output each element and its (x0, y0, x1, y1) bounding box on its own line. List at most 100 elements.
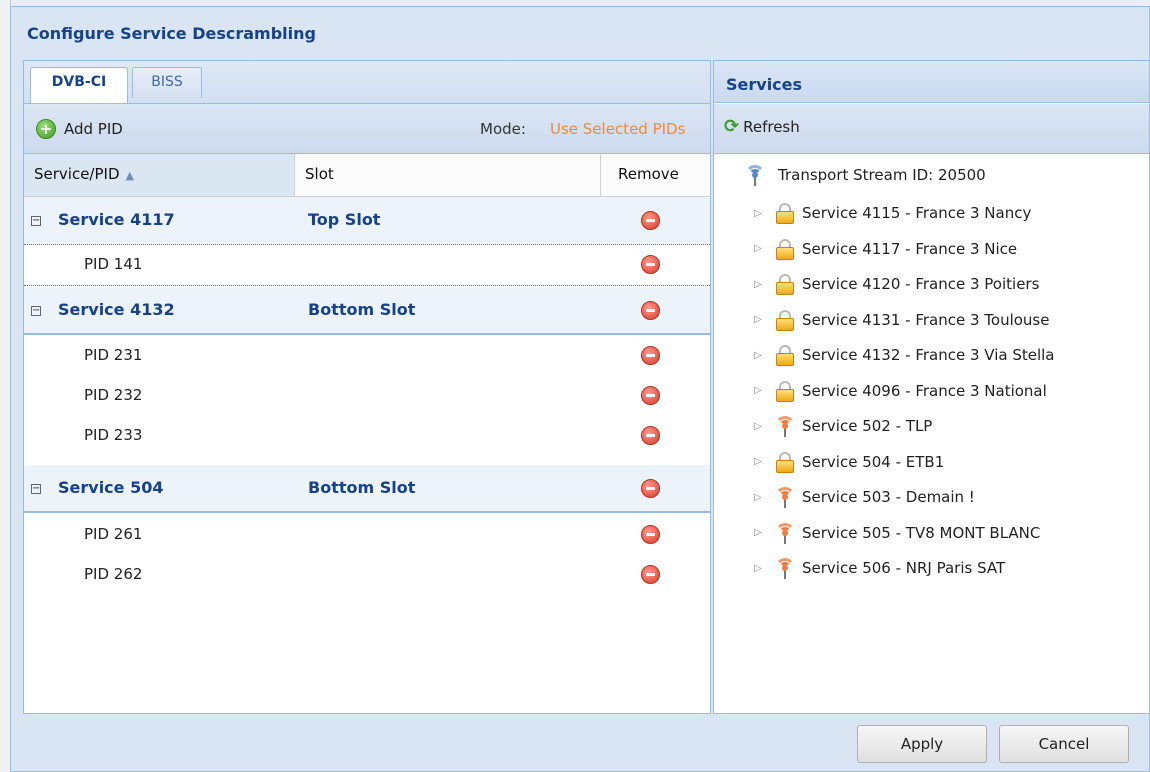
expand-arrow-icon[interactable]: ▷ (754, 208, 768, 219)
group-row-service-4132[interactable]: − Service 4132 Bottom Slot (24, 287, 710, 335)
add-pid-button[interactable]: + Add PID (36, 118, 123, 140)
pid-row[interactable]: PID 231 (24, 337, 710, 377)
signal-icon (774, 415, 796, 437)
collapse-icon[interactable]: − (31, 306, 41, 316)
pid-name: PID 231 (84, 346, 143, 364)
refresh-button[interactable]: ⟳ Refresh (724, 116, 800, 137)
add-pid-label: Add PID (64, 120, 123, 138)
apply-button[interactable]: Apply (857, 725, 987, 763)
add-icon: + (36, 119, 56, 139)
mode-label: Mode: (480, 120, 526, 138)
tree-root-transport-stream[interactable]: Transport Stream ID: 20500 (744, 164, 986, 186)
tree-item-label: Service 4131 - France 3 Toulouse (802, 310, 1050, 329)
tab-biss[interactable]: BISS (132, 67, 202, 98)
configure-service-descrambling-dialog: Configure Service Descrambling DVB-CI BI… (10, 6, 1150, 772)
remove-icon[interactable] (641, 301, 660, 320)
mode-selector[interactable]: Use Selected PIDs (550, 120, 685, 138)
dialog-title: Configure Service Descrambling (27, 24, 316, 43)
tree-item-label: Service 4117 - France 3 Nice (802, 239, 1018, 258)
signal-icon (774, 486, 796, 508)
pid-toolbar: + Add PID Mode: Use Selected PIDs (24, 104, 710, 154)
refresh-label: Refresh (743, 118, 800, 136)
group-slot: Bottom Slot (308, 478, 416, 497)
services-panel-title: Services (714, 61, 1149, 103)
tree-root-label: Transport Stream ID: 20500 (778, 166, 986, 184)
column-header-service-pid[interactable]: Service/PID ▲ (24, 154, 295, 196)
lock-icon (774, 309, 796, 331)
pid-name: PID 233 (84, 426, 143, 444)
tree-item-label: Service 504 - ETB1 (802, 452, 945, 471)
group-service-name: Service 4132 (58, 300, 175, 319)
expand-arrow-icon[interactable]: ▷ (754, 527, 768, 538)
refresh-icon: ⟳ (724, 116, 740, 137)
group-row-service-4117[interactable]: − Service 4117 Top Slot (24, 197, 710, 245)
pid-row[interactable]: PID 141 (24, 246, 710, 286)
lock-icon (774, 380, 796, 402)
expand-arrow-icon[interactable]: ▷ (754, 243, 768, 254)
expand-arrow-icon[interactable]: ▷ (754, 385, 768, 396)
collapse-icon[interactable]: − (31, 216, 41, 226)
tree-item-label: Service 4096 - France 3 National (802, 381, 1047, 400)
collapse-icon[interactable]: − (31, 484, 41, 494)
group-service-name: Service 4117 (58, 210, 175, 229)
pid-name: PID 141 (84, 255, 143, 273)
pid-name: PID 262 (84, 565, 143, 583)
grid-header: Service/PID ▲ Slot Remove (24, 154, 710, 197)
expand-arrow-icon[interactable]: ▷ (754, 314, 768, 325)
lock-icon (774, 238, 796, 260)
tree-item-service[interactable]: ▷ Service 502 - TLP (754, 411, 932, 441)
remove-icon[interactable] (641, 346, 660, 365)
remove-icon[interactable] (641, 479, 660, 498)
remove-icon[interactable] (641, 565, 660, 584)
tree-item-service[interactable]: ▷ Service 505 - TV8 MONT BLANC (754, 518, 1040, 548)
tree-item-label: Service 503 - Demain ! (802, 488, 975, 506)
tree-item-label: Service 502 - TLP (802, 417, 933, 435)
pid-config-panel: DVB-CI BISS + Add PID Mode: Use Selected… (23, 60, 711, 714)
column-header-label: Service/PID (34, 165, 120, 183)
tree-item-service[interactable]: ▷ Service 503 - Demain ! (754, 482, 975, 512)
tree-item-label: Service 4132 - France 3 Via Stella (802, 346, 1055, 364)
pid-row[interactable]: PID 261 (24, 516, 710, 556)
expand-arrow-icon[interactable]: ▷ (754, 350, 768, 361)
tree-item-service[interactable]: ▷ Service 4132 - France 3 Via Stella (754, 340, 1055, 370)
tree-item-service[interactable]: ▷ Service 4120 - France 3 Poitiers (754, 269, 1039, 299)
services-panel: Services ⟳ Refresh Transport Stream ID: … (713, 60, 1150, 714)
tab-dvb-ci[interactable]: DVB-CI (30, 67, 128, 103)
column-header-remove[interactable]: Remove (601, 154, 710, 196)
pid-row[interactable]: PID 232 (24, 377, 710, 417)
lock-icon (774, 451, 796, 473)
tree-item-label: Service 506 - NRJ Paris SAT (802, 559, 1006, 577)
expand-arrow-icon[interactable]: ▷ (754, 563, 768, 574)
tree-item-service[interactable]: ▷ Service 4115 - France 3 Nancy (754, 198, 1031, 228)
tree-item-label: Service 4115 - France 3 Nancy (802, 204, 1032, 222)
lock-icon (774, 344, 796, 366)
expand-arrow-icon[interactable]: ▷ (754, 456, 768, 467)
group-service-name: Service 504 (58, 478, 164, 497)
pid-row[interactable]: PID 233 (24, 417, 710, 457)
tree-item-service[interactable]: ▷ Service 4096 - France 3 National (754, 376, 1047, 406)
tree-item-service[interactable]: ▷ Service 4131 - France 3 Toulouse (754, 305, 1049, 335)
sort-ascending-icon: ▲ (125, 169, 134, 182)
tree-item-service[interactable]: ▷ Service 504 - ETB1 (754, 447, 944, 477)
pid-name: PID 261 (84, 525, 143, 543)
signal-icon (774, 557, 796, 579)
tree-item-service[interactable]: ▷ Service 506 - NRJ Paris SAT (754, 553, 1005, 583)
remove-icon[interactable] (641, 525, 660, 544)
remove-icon[interactable] (641, 426, 660, 445)
tree-item-service[interactable]: ▷ Service 4117 - France 3 Nice (754, 234, 1017, 264)
expand-arrow-icon[interactable]: ▷ (754, 421, 768, 432)
column-header-slot[interactable]: Slot (295, 154, 601, 196)
group-row-service-504[interactable]: − Service 504 Bottom Slot (24, 465, 710, 513)
remove-icon[interactable] (641, 255, 660, 274)
remove-icon[interactable] (641, 211, 660, 230)
remove-icon[interactable] (641, 386, 660, 405)
group-slot: Bottom Slot (308, 300, 416, 319)
signal-icon (774, 522, 796, 544)
pid-name: PID 232 (84, 386, 143, 404)
tree-item-label: Service 505 - TV8 MONT BLANC (802, 523, 1041, 542)
pid-row[interactable]: PID 262 (24, 556, 710, 596)
expand-arrow-icon[interactable]: ▷ (754, 492, 768, 503)
cancel-button[interactable]: Cancel (999, 725, 1129, 763)
lock-icon (774, 202, 796, 224)
expand-arrow-icon[interactable]: ▷ (754, 279, 768, 290)
